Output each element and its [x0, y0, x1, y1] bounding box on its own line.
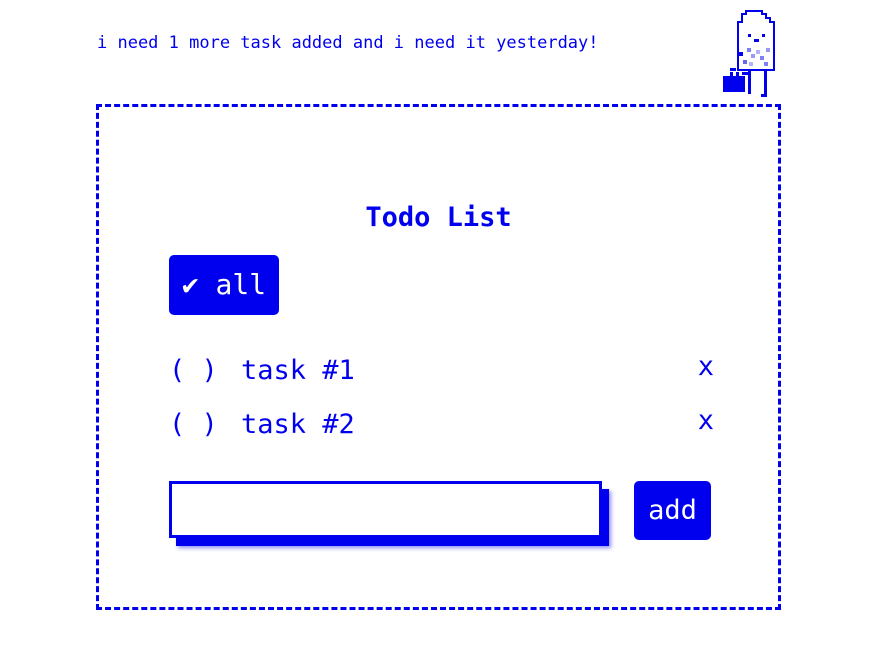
task-label: task #1	[241, 355, 355, 386]
task-label: task #2	[241, 409, 355, 440]
task-item: ( ) task #1 x	[169, 351, 714, 389]
delete-task-button[interactable]: x	[698, 349, 714, 385]
task-item: ( ) task #2 x	[169, 405, 714, 443]
todo-panel: Todo List ✔ all ( ) task #1 x ( ) task #…	[96, 104, 781, 610]
toggle-all-button[interactable]: ✔ all	[169, 255, 279, 315]
task-checkbox[interactable]: ( )	[169, 353, 218, 389]
todo-title: Todo List	[365, 202, 512, 233]
add-task-button[interactable]: add	[634, 481, 711, 540]
speech-bubble-text: i need 1 more task added and i need it y…	[97, 33, 599, 53]
ghost-with-briefcase-icon	[723, 10, 775, 97]
task-checkbox[interactable]: ( )	[169, 407, 218, 443]
delete-task-button[interactable]: x	[698, 403, 714, 439]
new-task-input[interactable]	[169, 481, 602, 538]
